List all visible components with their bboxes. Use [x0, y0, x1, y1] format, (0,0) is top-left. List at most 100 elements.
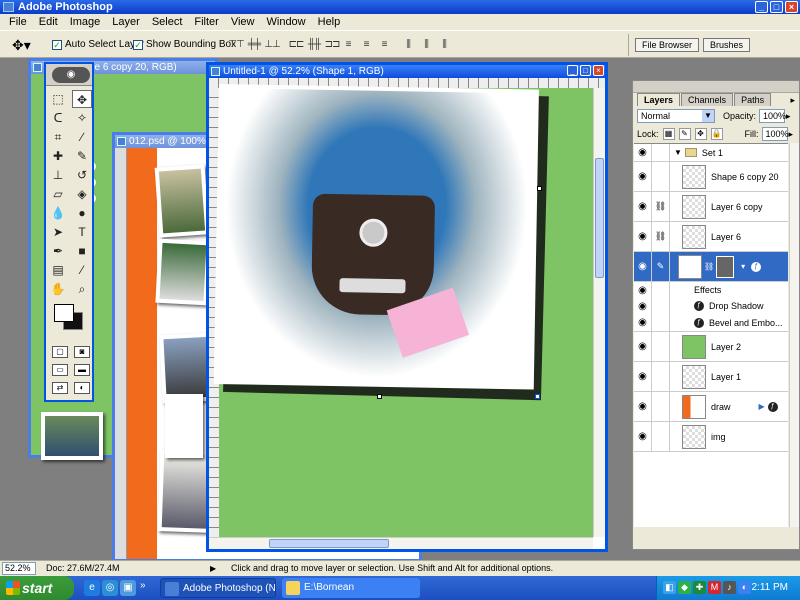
visibility-eye-icon[interactable]: ◉ — [634, 332, 652, 361]
healing-brush-tool-icon[interactable]: ✚ — [48, 147, 68, 165]
screen-mode-full-icon[interactable]: ▬ — [74, 364, 90, 376]
jump-to-imageready-icon[interactable]: ⇄ — [52, 382, 68, 394]
palette-title-bar[interactable] — [633, 81, 799, 93]
quick-mask-button[interactable]: ◙ — [74, 346, 90, 358]
vertical-scroll-thumb[interactable] — [595, 158, 604, 278]
lasso-tool-icon[interactable]: ᑕ — [48, 109, 68, 127]
magic-wand-tool-icon[interactable]: ✧ — [72, 109, 92, 127]
standard-mode-button[interactable]: ▢ — [52, 346, 68, 358]
distribute-hcenter-icon[interactable]: ⫼ — [418, 39, 434, 51]
distribute-left-icon[interactable]: ⫼ — [400, 39, 416, 51]
network-icon[interactable]: ◧ — [663, 581, 676, 594]
brush-tool-icon[interactable]: ✎ — [72, 147, 92, 165]
paint-bucket-tool-icon[interactable]: ◈ — [72, 185, 92, 203]
security-icon[interactable]: ◆ — [678, 581, 691, 594]
move-tool-icon[interactable]: ✥ — [72, 90, 92, 108]
menu-edit[interactable]: Edit — [33, 14, 64, 30]
layers-tab[interactable]: Layers — [637, 93, 681, 106]
visibility-eye-icon[interactable]: ◉ — [634, 144, 652, 161]
history-brush-tool-icon[interactable]: ↺ — [72, 166, 92, 184]
tray-app-icon[interactable]: ◐ — [738, 581, 751, 594]
lock-transparency-icon[interactable]: ▦ — [662, 128, 675, 140]
visibility-eye-icon[interactable]: ◉ — [634, 222, 652, 251]
eraser-tool-icon[interactable]: ▱ — [48, 185, 68, 203]
blend-mode-select[interactable]: Normal ▼ — [637, 109, 715, 123]
align-right-icon[interactable]: ⊐⊐ — [324, 39, 341, 51]
visibility-eye-icon[interactable]: ◉ — [634, 298, 652, 314]
pen-tool-icon[interactable]: ✒ — [48, 242, 68, 260]
auto-select-layer-option[interactable]: ✓ Auto Select Layer — [52, 39, 144, 50]
transform-handle[interactable] — [535, 394, 540, 399]
jump-to-other-icon[interactable]: ◐ — [74, 382, 90, 394]
visibility-eye-icon[interactable]: ◉ — [634, 392, 652, 421]
toolbox-header[interactable]: ◉ — [46, 64, 92, 86]
menu-window[interactable]: Window — [261, 14, 312, 30]
visibility-eye-icon[interactable]: ◉ — [634, 422, 652, 451]
opacity-input[interactable]: 100% — [759, 109, 786, 123]
document-window-front[interactable]: Untitled-1 @ 52.2% (Shape 1, RGB) _ □ × — [206, 62, 608, 552]
lock-image-icon[interactable]: ✎ — [678, 128, 691, 140]
quicklaunch-chevron-icon[interactable]: » — [140, 580, 146, 591]
align-bottom-icon[interactable]: ⊥⊥ — [264, 39, 280, 51]
taskbar-photoshop-button[interactable]: Adobe Photoshop (N... — [160, 578, 276, 598]
horizontal-scrollbar[interactable] — [209, 537, 593, 549]
menu-file[interactable]: File — [3, 14, 33, 30]
transform-handle[interactable] — [377, 394, 382, 399]
start-button[interactable]: start — [0, 576, 74, 600]
layer-row[interactable]: ◉ ⛓ Layer 6 — [634, 222, 788, 252]
horizontal-scroll-thumb[interactable] — [269, 539, 389, 548]
blur-tool-icon[interactable]: 💧 — [48, 204, 68, 222]
maximize-button[interactable]: □ — [770, 1, 783, 13]
internet-explorer-icon[interactable]: e — [84, 580, 100, 596]
layer-row[interactable]: ◉ Layer 1 — [634, 362, 788, 392]
minimize-button[interactable]: _ — [755, 1, 768, 13]
doc-close-button[interactable]: × — [593, 65, 604, 76]
align-vcenter-icon[interactable]: ╪╪ — [246, 39, 262, 51]
menu-help[interactable]: Help — [312, 14, 347, 30]
visibility-eye-icon[interactable]: ◉ — [634, 162, 652, 191]
close-button[interactable]: × — [785, 1, 798, 13]
layer-row[interactable]: ◉ Layer 2 — [634, 332, 788, 362]
lock-all-icon[interactable]: 🔒 — [710, 128, 723, 140]
layer-row[interactable]: ◉ ⛓ Layer 6 copy — [634, 192, 788, 222]
visibility-eye-icon[interactable]: ◉ — [634, 314, 652, 331]
lock-position-icon[interactable]: ✥ — [694, 128, 707, 140]
visibility-eye-icon[interactable]: ◉ — [634, 362, 652, 391]
type-tool-icon[interactable]: T — [72, 223, 92, 241]
menu-view[interactable]: View — [225, 14, 261, 30]
visibility-eye-icon[interactable]: ◉ — [634, 282, 652, 298]
foreground-color-swatch[interactable] — [54, 304, 74, 322]
effects-triangle-icon[interactable]: ▾ — [741, 262, 745, 271]
layer-row[interactable]: ◉ draw ▶ ƒ — [634, 392, 788, 422]
move-tool-preset-icon[interactable]: ✥▾ — [12, 37, 40, 53]
screen-mode-standard-icon[interactable]: ▭ — [52, 364, 68, 376]
layer-row-set-1[interactable]: ◉ ▼ Set 1 — [634, 144, 788, 162]
align-left-icon[interactable]: ⊏⊏ — [288, 39, 305, 51]
fill-arrow-icon[interactable]: ▸ — [789, 129, 794, 140]
eyedropper-tool-icon[interactable]: ⁄ — [72, 261, 92, 279]
vertical-scrollbar[interactable] — [593, 88, 605, 537]
mcafee-icon[interactable]: M — [708, 581, 721, 594]
clone-stamp-tool-icon[interactable]: ⊥ — [48, 166, 68, 184]
visibility-eye-icon[interactable]: ◉ — [634, 252, 652, 281]
marquee-tool-icon[interactable]: ⬚ — [48, 90, 68, 108]
brushes-tab[interactable]: Brushes — [703, 38, 751, 52]
zoom-tool-icon[interactable]: ⌕ — [72, 280, 92, 298]
notes-tool-icon[interactable]: ▤ — [48, 261, 68, 279]
menu-select[interactable]: Select — [146, 14, 189, 30]
shape-tool-icon[interactable]: ■ — [72, 242, 92, 260]
path-selection-tool-icon[interactable]: ➤ — [48, 223, 68, 241]
file-browser-tab[interactable]: File Browser — [635, 38, 700, 52]
channels-tab[interactable]: Channels — [681, 93, 734, 106]
fill-input[interactable]: 100% — [761, 127, 789, 141]
palette-menu-arrow-icon[interactable]: ▸ — [790, 95, 795, 106]
layer-row[interactable]: ◉ Shape 6 copy 20 — [634, 162, 788, 192]
chain-link-icon[interactable]: ⛓ — [652, 222, 670, 251]
crop-tool-icon[interactable]: ⌗ — [48, 128, 68, 146]
menu-filter[interactable]: Filter — [188, 14, 224, 30]
paths-tab[interactable]: Paths — [734, 93, 772, 106]
distribute-top-icon[interactable]: ≡ — [340, 39, 356, 51]
align-hcenter-icon[interactable]: ╫╫ — [306, 39, 322, 51]
slice-tool-icon[interactable]: ∕ — [72, 128, 92, 146]
hand-tool-icon[interactable]: ✋ — [48, 280, 68, 298]
